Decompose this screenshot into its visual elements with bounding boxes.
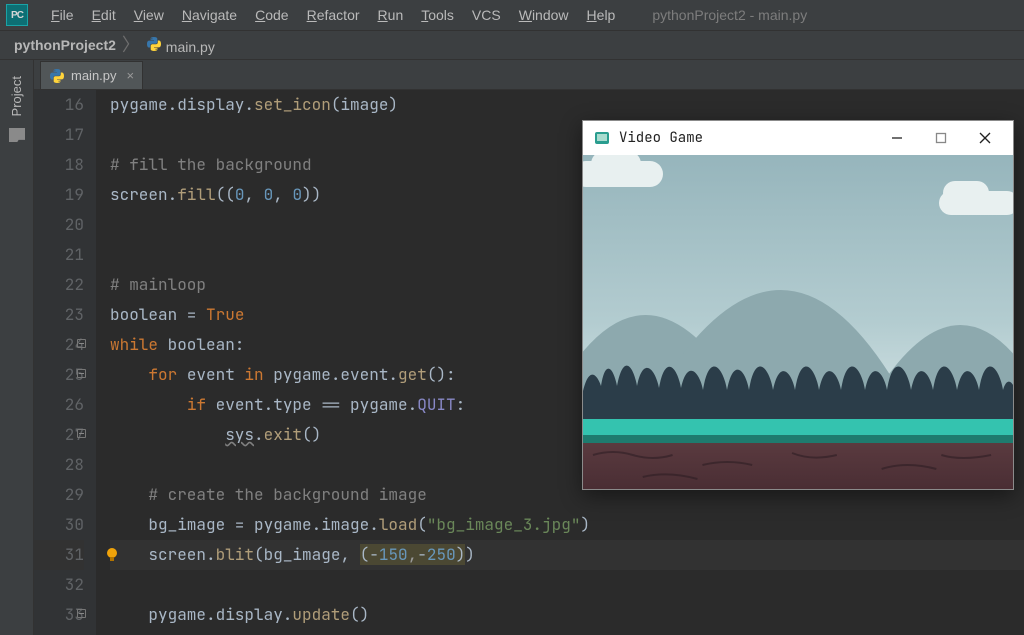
gutter-line: 33 bbox=[34, 600, 84, 630]
gutter-line: 18 bbox=[34, 150, 84, 180]
ground-graphic bbox=[583, 419, 1013, 489]
gutter-line: 29 bbox=[34, 480, 84, 510]
gutter-line: 26 bbox=[34, 390, 84, 420]
fold-icon[interactable] bbox=[77, 609, 86, 618]
gutter-line: 20 bbox=[34, 210, 84, 240]
bush-graphic bbox=[583, 346, 1013, 421]
menu-code[interactable]: Code bbox=[246, 0, 297, 30]
tool-sidebar: Project bbox=[0, 60, 34, 635]
menu-view[interactable]: View bbox=[125, 0, 173, 30]
python-file-icon bbox=[49, 68, 65, 84]
gutter-line: 23 bbox=[34, 300, 84, 330]
line-gutter: 161718192021222324252627282930313233 bbox=[34, 90, 96, 635]
game-window-titlebar[interactable]: Video Game bbox=[583, 121, 1013, 155]
breadcrumb-separator: 〉 bbox=[122, 31, 140, 57]
python-file-icon bbox=[146, 36, 162, 52]
game-canvas bbox=[583, 155, 1013, 489]
breadcrumb-file[interactable]: main.py bbox=[146, 36, 215, 55]
menu-navigate[interactable]: Navigate bbox=[173, 0, 246, 30]
menu-edit[interactable]: Edit bbox=[83, 0, 125, 30]
editor-tabs: main.py × bbox=[34, 60, 1024, 90]
gutter-line: 25 bbox=[34, 360, 84, 390]
gutter-line: 21 bbox=[34, 240, 84, 270]
folder-icon[interactable] bbox=[9, 128, 25, 142]
menu-file[interactable]: File bbox=[42, 0, 83, 30]
window-title: pythonProject2 - main.py bbox=[652, 7, 807, 23]
breadcrumb-project[interactable]: pythonProject2 bbox=[14, 37, 116, 53]
maximize-icon[interactable] bbox=[919, 123, 963, 153]
intention-bulb-icon[interactable] bbox=[104, 547, 120, 568]
gutter-line: 32 bbox=[34, 570, 84, 600]
fold-icon[interactable] bbox=[77, 429, 86, 438]
menu-bar: PC FileEditViewNavigateCodeRefactorRunTo… bbox=[0, 0, 1024, 30]
game-window: Video Game bbox=[582, 120, 1014, 490]
gutter-line: 22 bbox=[34, 270, 84, 300]
gutter-line: 17 bbox=[34, 120, 84, 150]
code-line[interactable]: pygame.display.update() bbox=[110, 600, 1024, 630]
menu-vcs[interactable]: VCS bbox=[463, 0, 510, 30]
fold-icon[interactable] bbox=[77, 339, 86, 348]
game-window-title: Video Game bbox=[619, 129, 703, 147]
gutter-line: 16 bbox=[34, 90, 84, 120]
gutter-line: 31 bbox=[34, 540, 84, 570]
fold-icon[interactable] bbox=[77, 369, 86, 378]
code-editor[interactable]: 161718192021222324252627282930313233 pyg… bbox=[34, 90, 1024, 635]
breadcrumb-bar: pythonProject2 〉 main.py bbox=[0, 30, 1024, 60]
close-tab-icon[interactable]: × bbox=[127, 68, 135, 83]
editor-tab-main[interactable]: main.py × bbox=[40, 61, 143, 89]
code-line[interactable] bbox=[110, 570, 1024, 600]
pycharm-app-icon: PC bbox=[6, 4, 28, 26]
menu-tools[interactable]: Tools bbox=[412, 0, 463, 30]
project-tool-tab[interactable]: Project bbox=[7, 66, 26, 122]
menu-refactor[interactable]: Refactor bbox=[298, 0, 369, 30]
code-line[interactable]: screen.blit(bg_image, (-150,-250)) bbox=[110, 540, 1024, 570]
gutter-line: 24 bbox=[34, 330, 84, 360]
code-line[interactable]: pygame.display.set_icon(image) bbox=[110, 90, 1024, 120]
close-window-icon[interactable] bbox=[963, 123, 1007, 153]
menu-window[interactable]: Window bbox=[510, 0, 578, 30]
gutter-line: 30 bbox=[34, 510, 84, 540]
code-line[interactable]: bg_image = pygame.image.load("bg_image_3… bbox=[110, 510, 1024, 540]
menu-run[interactable]: Run bbox=[369, 0, 413, 30]
gutter-line: 27 bbox=[34, 420, 84, 450]
gutter-line: 19 bbox=[34, 180, 84, 210]
minimize-icon[interactable] bbox=[875, 123, 919, 153]
menu-help[interactable]: Help bbox=[578, 0, 625, 30]
game-window-icon bbox=[593, 129, 611, 147]
gutter-line: 28 bbox=[34, 450, 84, 480]
